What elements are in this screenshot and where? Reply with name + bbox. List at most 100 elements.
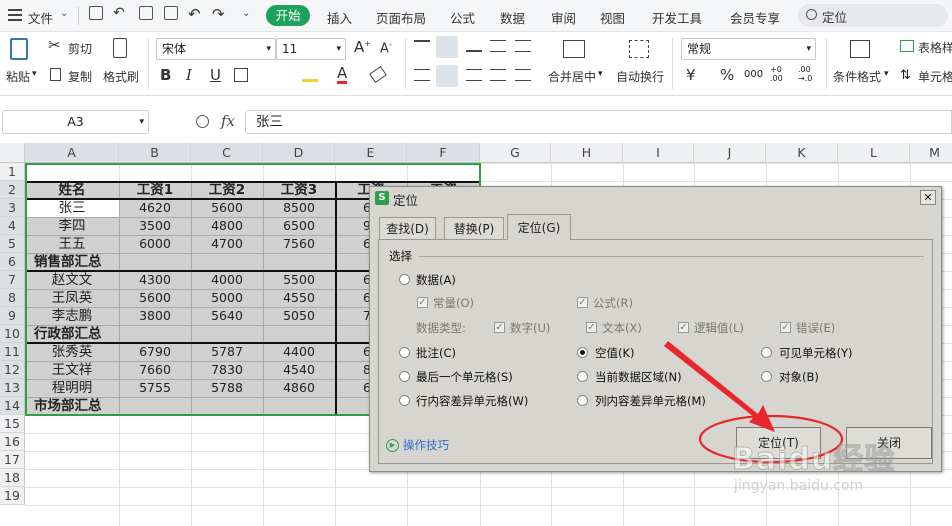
column-header-m[interactable]: M — [910, 143, 952, 163]
column-header-e[interactable]: E — [335, 143, 407, 163]
dialog-titlebar[interactable]: S 定位 ✕ — [370, 187, 941, 209]
column-header-l[interactable]: L — [838, 143, 910, 163]
row-header-1[interactable]: 1 — [0, 163, 25, 181]
row-header-8[interactable]: 8 — [0, 289, 25, 307]
column-header-h[interactable]: H — [551, 143, 623, 163]
tab-replace[interactable]: 替换(P) — [444, 217, 504, 239]
goto-button[interactable]: 定位(T) — [736, 427, 821, 459]
radio-row-diff-label[interactable]: 行内容差异单元格(W) — [416, 393, 528, 409]
checkbox-constant[interactable]: ✓ — [417, 297, 428, 308]
table-cell: 张秀英 — [51, 344, 93, 360]
row-header-12[interactable]: 12 — [0, 361, 25, 379]
row-header-6[interactable]: 6 — [0, 253, 25, 271]
radio-last-cell[interactable] — [399, 371, 410, 382]
radio-data[interactable] — [399, 274, 410, 285]
column-header-b[interactable]: B — [119, 143, 191, 163]
tips-link[interactable]: 操作技巧 — [403, 437, 449, 453]
row-header-10[interactable]: 10 — [0, 325, 25, 343]
radio-col-diff[interactable] — [577, 395, 588, 406]
radio-col-diff-label[interactable]: 列内容差异单元格(M) — [595, 393, 706, 409]
table-border — [25, 181, 480, 183]
close-button[interactable]: 关闭 — [846, 427, 932, 459]
play-icon[interactable]: ▶ — [386, 439, 399, 452]
column-header-d[interactable]: D — [263, 143, 335, 163]
radio-current-region[interactable] — [577, 371, 588, 382]
radio-objects-label[interactable]: 对象(B) — [779, 369, 819, 385]
divider — [419, 256, 924, 257]
column-header-f[interactable]: F — [407, 143, 480, 163]
checkbox-number[interactable]: ✓ — [494, 322, 505, 333]
radio-current-region-label[interactable]: 当前数据区域(N) — [595, 369, 682, 385]
table-cell: 张三 — [58, 200, 86, 216]
row-header-4[interactable]: 4 — [0, 217, 25, 235]
checkbox-formula-label[interactable]: 公式(R) — [593, 295, 633, 311]
table-cell: 5500 — [283, 272, 315, 287]
row-header-2[interactable]: 2 — [0, 181, 25, 199]
table-cell — [263, 253, 335, 271]
radio-data-label[interactable]: 数据(A) — [416, 272, 456, 288]
close-icon[interactable]: ✕ — [920, 190, 936, 205]
checkbox-error-label[interactable]: 错误(E) — [796, 320, 835, 336]
table-cell: 3800 — [139, 308, 171, 323]
checkbox-error[interactable]: ✓ — [780, 322, 791, 333]
tab-goto[interactable]: 定位(G) — [507, 214, 571, 240]
checkbox-logical[interactable]: ✓ — [678, 322, 689, 333]
radio-comment-label[interactable]: 批注(C) — [416, 345, 456, 361]
column-header-i[interactable]: I — [623, 143, 694, 163]
row-header-15[interactable]: 15 — [0, 415, 25, 433]
row-header-17[interactable]: 17 — [0, 451, 25, 469]
gridline — [25, 505, 952, 506]
row-header-19[interactable]: 19 — [0, 487, 25, 505]
tab-find[interactable]: 查找(D) — [379, 217, 436, 239]
table-cell: 3500 — [139, 218, 171, 233]
row-header-14[interactable]: 14 — [0, 397, 25, 415]
radio-visible-cells-label[interactable]: 可见单元格(Y) — [779, 345, 853, 361]
table-cell: 7830 — [211, 362, 243, 377]
checkbox-constant-label[interactable]: 常量(O) — [433, 295, 474, 311]
table-cell: 4540 — [283, 362, 315, 377]
gridline — [25, 163, 952, 164]
radio-blank[interactable] — [577, 347, 588, 358]
table-cell: 李四 — [58, 218, 86, 234]
radio-last-cell-label[interactable]: 最后一个单元格(S) — [416, 369, 513, 385]
table-cell: 4300 — [139, 272, 171, 287]
row-header-18[interactable]: 18 — [0, 469, 25, 487]
table-cell — [191, 253, 263, 271]
radio-blank-label[interactable]: 空值(K) — [595, 345, 635, 361]
table-cell: 程明明 — [51, 380, 93, 396]
table-cell: 4400 — [283, 344, 315, 359]
table-cell — [119, 253, 191, 271]
row-header-3[interactable]: 3 — [0, 199, 25, 217]
checkbox-number-label[interactable]: 数字(U) — [510, 320, 550, 336]
radio-row-diff[interactable] — [399, 395, 410, 406]
row-header-5[interactable]: 5 — [0, 235, 25, 253]
row-header-16[interactable]: 16 — [0, 433, 25, 451]
column-header-a[interactable]: A — [25, 143, 119, 163]
column-header-g[interactable]: G — [480, 143, 551, 163]
column-header-j[interactable]: J — [694, 143, 766, 163]
radio-visible-cells[interactable] — [761, 347, 772, 358]
column-header-c[interactable]: C — [191, 143, 263, 163]
select-all-corner[interactable] — [0, 143, 25, 163]
row-header-7[interactable]: 7 — [0, 271, 25, 289]
table-cell: 5787 — [211, 344, 243, 359]
table-cell: 4550 — [283, 290, 315, 305]
row-header-11[interactable]: 11 — [0, 343, 25, 361]
table-cell: 王文祥 — [51, 362, 93, 378]
table-cell: 5788 — [211, 380, 243, 395]
section-label: 选择 — [389, 249, 412, 263]
table-cell — [263, 325, 335, 343]
row-header-13[interactable]: 13 — [0, 379, 25, 397]
table-border — [25, 181, 27, 415]
checkbox-text[interactable]: ✓ — [586, 322, 597, 333]
checkbox-text-label[interactable]: 文本(X) — [602, 320, 642, 336]
radio-objects[interactable] — [761, 371, 772, 382]
column-header-k[interactable]: K — [766, 143, 838, 163]
row-header-9[interactable]: 9 — [0, 307, 25, 325]
radio-comment[interactable] — [399, 347, 410, 358]
table-cell: 8500 — [283, 200, 315, 215]
checkbox-formula[interactable]: ✓ — [577, 297, 588, 308]
header-cell: 工资1 — [136, 182, 174, 198]
gridline — [25, 487, 952, 488]
checkbox-logical-label[interactable]: 逻辑值(L) — [694, 320, 744, 336]
